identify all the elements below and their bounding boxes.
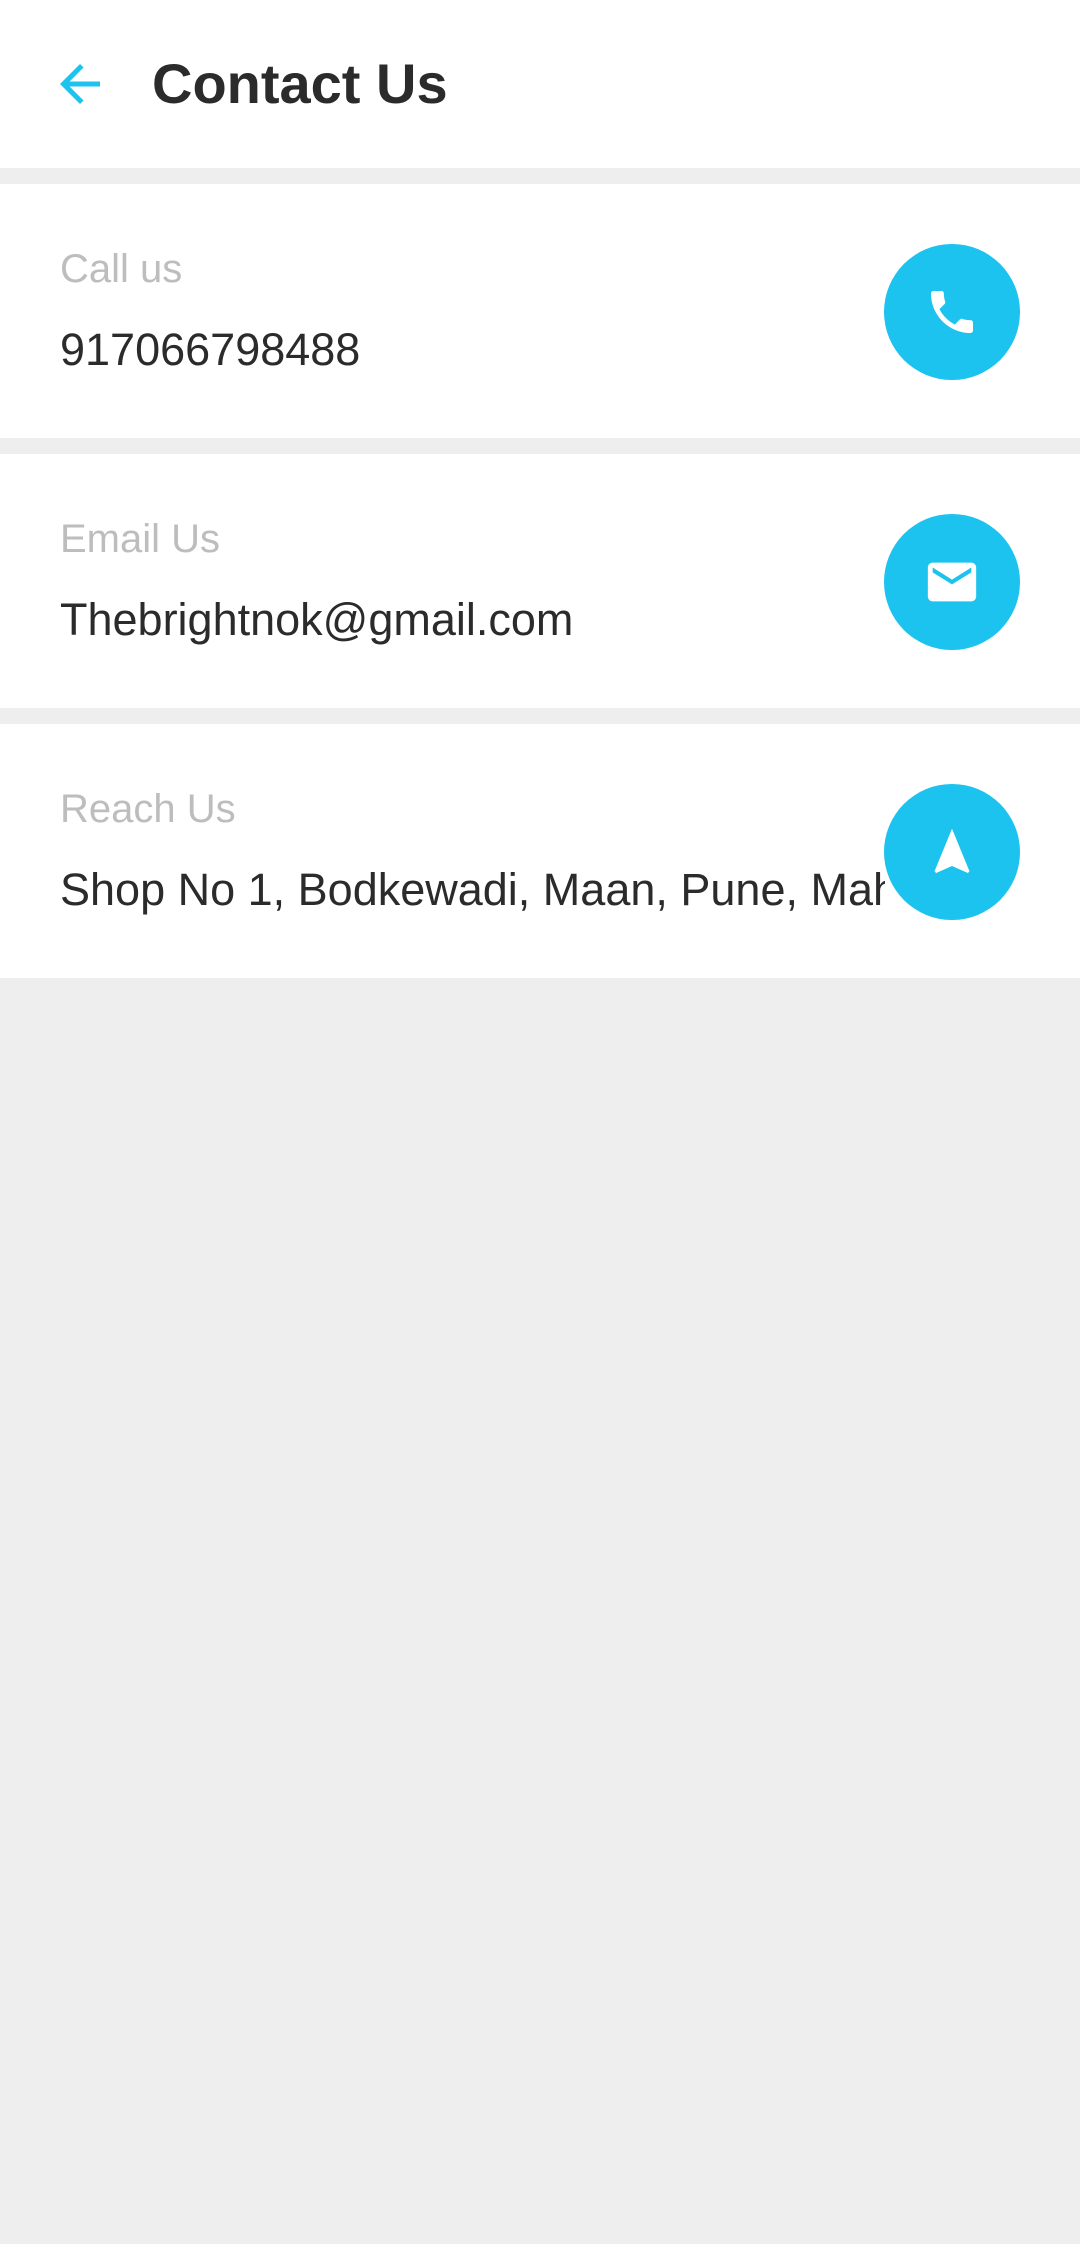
navigation-icon xyxy=(934,828,970,873)
phone-icon xyxy=(931,291,973,333)
page-title: Contact Us xyxy=(152,52,448,115)
address: Shop No 1, Bodkewadi, Maan, Pune, Mah xyxy=(60,864,885,915)
mail-icon xyxy=(927,562,977,602)
call-button[interactable] xyxy=(884,244,1020,380)
call-us-label: Call us xyxy=(60,247,183,291)
call-us-card: Call us 917066798488 xyxy=(0,184,1080,438)
app-bar: Contact Us xyxy=(0,0,1080,168)
email-address: Thebrightnok@gmail.com xyxy=(60,594,574,645)
email-us-card: Email Us Thebrightnok@gmail.com xyxy=(0,454,1080,708)
directions-button[interactable] xyxy=(884,784,1020,920)
back-button[interactable] xyxy=(40,44,120,124)
email-us-label: Email Us xyxy=(60,517,221,561)
phone-number: 917066798488 xyxy=(60,324,361,375)
reach-us-label: Reach Us xyxy=(60,787,236,831)
email-button[interactable] xyxy=(884,514,1020,650)
reach-us-card: Reach Us Shop No 1, Bodkewadi, Maan, Pun… xyxy=(0,724,1080,978)
arrow-left-icon xyxy=(60,64,100,104)
